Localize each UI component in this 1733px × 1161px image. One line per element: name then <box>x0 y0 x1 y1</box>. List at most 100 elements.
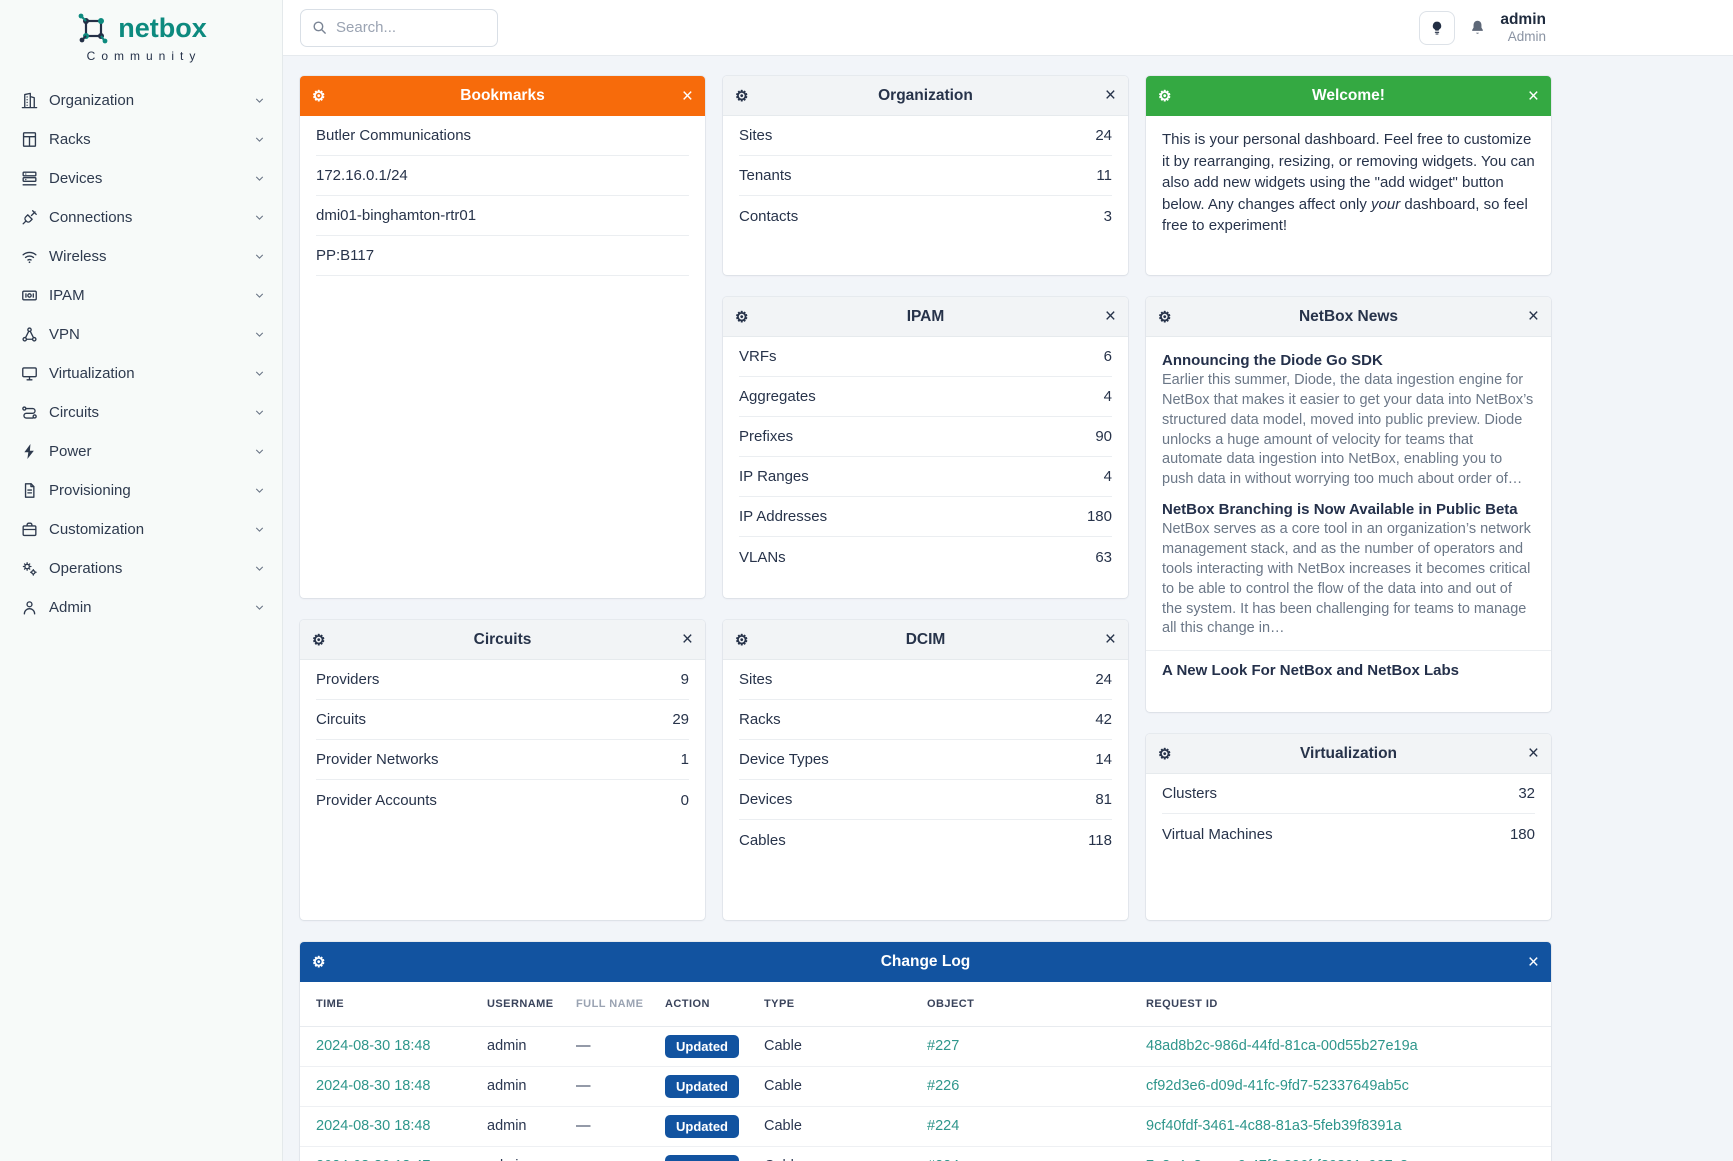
notifications-button[interactable] <box>1468 18 1487 37</box>
sidebar: netbox Community Organization Racks Devi… <box>0 0 283 1161</box>
welcome-widget: ⚙ Welcome! × This is your personal dashb… <box>1146 76 1551 275</box>
sidebar-item-label: VPN <box>49 326 80 343</box>
stat-label: Virtual Machines <box>1162 826 1273 843</box>
widget-config-gear-icon[interactable]: ⚙ <box>312 953 336 971</box>
widget-config-gear-icon[interactable]: ⚙ <box>735 631 759 649</box>
changelog-request-id-link[interactable]: cf92d3e6-d09d-41fc-9fd7-52337649ab5c <box>1146 1078 1409 1094</box>
stat-value-link[interactable]: 3 <box>1104 208 1112 225</box>
widget-config-gear-icon[interactable]: ⚙ <box>312 631 336 649</box>
stat-row: Cables118 <box>739 820 1112 860</box>
stat-value-link[interactable]: 81 <box>1095 791 1112 808</box>
stat-value-link[interactable]: 6 <box>1104 348 1112 365</box>
stat-value-link[interactable]: 118 <box>1088 832 1112 849</box>
widget-config-gear-icon[interactable]: ⚙ <box>1158 308 1182 326</box>
stat-value-link[interactable]: 90 <box>1095 428 1112 445</box>
stat-label: VLANs <box>739 549 786 566</box>
divider <box>1146 650 1551 651</box>
sidebar-item-devices[interactable]: Devices <box>0 159 282 198</box>
changelog-request-id-link[interactable]: 9cf40fdf-3461-4c88-81a3-5feb39f8391a <box>1146 1118 1402 1134</box>
changelog-username: admin <box>487 1106 576 1146</box>
stat-value-link[interactable]: 24 <box>1095 671 1112 688</box>
sidebar-item-label: Operations <box>49 560 122 577</box>
stat-value-link[interactable]: 4 <box>1104 388 1112 405</box>
stat-value-link[interactable]: 0 <box>681 792 689 809</box>
bookmark-link[interactable]: PP:B117 <box>316 247 374 264</box>
sidebar-item-wireless[interactable]: Wireless <box>0 237 282 276</box>
stat-row: IP Ranges4 <box>739 457 1112 497</box>
table-row: 2024-08-30 18:48 admin — Updated Cable #… <box>300 1026 1551 1066</box>
widget-close-icon[interactable]: × <box>1092 307 1116 326</box>
netbox-logo[interactable]: netbox Community <box>0 0 282 63</box>
stat-value-link[interactable]: 32 <box>1518 785 1535 802</box>
stat-value-link[interactable]: 180 <box>1510 826 1535 843</box>
user-menu[interactable]: admin Admin <box>1500 11 1546 44</box>
stat-value-link[interactable]: 4 <box>1104 468 1112 485</box>
changelog-time-link[interactable]: 2024-08-30 18:48 <box>316 1078 431 1094</box>
sidebar-item-power[interactable]: Power <box>0 432 282 471</box>
dashboard: ⚙ Bookmarks × Butler Communications 172.… <box>283 56 1733 1161</box>
stat-value-link[interactable]: 11 <box>1096 167 1112 184</box>
sidebar-item-vpn[interactable]: VPN <box>0 315 282 354</box>
stat-value-link[interactable]: 14 <box>1095 751 1112 768</box>
news-article-link[interactable]: NetBox Branching is Now Available in Pub… <box>1162 501 1535 518</box>
chevron-down-icon <box>253 445 266 458</box>
sidebar-item-organization[interactable]: Organization <box>0 81 282 120</box>
widget-close-icon[interactable]: × <box>1515 87 1539 106</box>
theme-toggle-button[interactable] <box>1419 11 1455 45</box>
sidebar-item-customization[interactable]: Customization <box>0 510 282 549</box>
widget-config-gear-icon[interactable]: ⚙ <box>1158 87 1182 105</box>
sidebar-item-racks[interactable]: Racks <box>0 120 282 159</box>
stat-value-link[interactable]: 1 <box>681 751 689 768</box>
circuits-widget: ⚙ Circuits × Providers9 Circuits29 Provi… <box>300 620 705 920</box>
sidebar-item-label: Power <box>49 443 92 460</box>
sidebar-item-connections[interactable]: Connections <box>0 198 282 237</box>
changelog-type: Cable <box>764 1106 927 1146</box>
widget-close-icon[interactable]: × <box>669 87 693 106</box>
sidebar-item-admin[interactable]: Admin <box>0 588 282 627</box>
widget-close-icon[interactable]: × <box>1092 86 1116 105</box>
stat-value-link[interactable]: 63 <box>1095 549 1112 566</box>
bell-icon <box>1468 18 1487 37</box>
widget-close-icon[interactable]: × <box>1515 744 1539 763</box>
widget-config-gear-icon[interactable]: ⚙ <box>1158 745 1182 763</box>
stat-value-link[interactable]: 42 <box>1095 711 1112 728</box>
widget-close-icon[interactable]: × <box>1515 307 1539 326</box>
sidebar-item-operations[interactable]: Operations <box>0 549 282 588</box>
search-input[interactable] <box>336 19 476 36</box>
chevron-down-icon <box>253 523 266 536</box>
widget-close-icon[interactable]: × <box>1092 630 1116 649</box>
changelog-request-id-link[interactable]: 48ad8b2c-986d-44fd-81ca-00d55b27e19a <box>1146 1038 1418 1054</box>
widget-config-gear-icon[interactable]: ⚙ <box>312 87 336 105</box>
stat-value-link[interactable]: 24 <box>1095 127 1112 144</box>
widget-config-gear-icon[interactable]: ⚙ <box>735 87 759 105</box>
sidebar-item-label: Connections <box>49 209 132 226</box>
bookmark-link[interactable]: dmi01-binghamton-rtr01 <box>316 207 476 224</box>
search-icon <box>311 19 328 36</box>
changelog-time-link[interactable]: 2024-08-30 18:48 <box>316 1118 431 1134</box>
widget-close-icon[interactable]: × <box>669 630 693 649</box>
sidebar-item-label: Customization <box>49 521 144 538</box>
circuit-path-icon <box>19 403 39 423</box>
changelog-object-link[interactable]: #224 <box>927 1118 959 1134</box>
stat-label: Provider Accounts <box>316 792 437 809</box>
widget-close-icon[interactable]: × <box>1515 953 1539 972</box>
sidebar-item-circuits[interactable]: Circuits <box>0 393 282 432</box>
sidebar-item-virtualization[interactable]: Virtualization <box>0 354 282 393</box>
changelog-object-link[interactable]: #227 <box>927 1038 959 1054</box>
news-article-link[interactable]: A New Look For NetBox and NetBox Labs <box>1162 662 1535 679</box>
news-article-link[interactable]: Announcing the Diode Go SDK <box>1162 352 1535 369</box>
user-name: admin <box>1500 11 1546 29</box>
bookmark-link[interactable]: Butler Communications <box>316 127 471 144</box>
stat-value-link[interactable]: 29 <box>672 711 689 728</box>
changelog-object-link[interactable]: #226 <box>927 1078 959 1094</box>
table-row: 2024-08-30 18:48 admin — Updated Cable #… <box>300 1106 1551 1146</box>
widget-config-gear-icon[interactable]: ⚙ <box>735 308 759 326</box>
chevron-down-icon <box>253 211 266 224</box>
stat-value-link[interactable]: 9 <box>681 671 689 688</box>
changelog-time-link[interactable]: 2024-08-30 18:48 <box>316 1038 431 1054</box>
sidebar-item-provisioning[interactable]: Provisioning <box>0 471 282 510</box>
briefcase-icon <box>19 520 39 540</box>
sidebar-item-ipam[interactable]: IPAM <box>0 276 282 315</box>
stat-value-link[interactable]: 180 <box>1087 508 1112 525</box>
bookmark-link[interactable]: 172.16.0.1/24 <box>316 167 408 184</box>
